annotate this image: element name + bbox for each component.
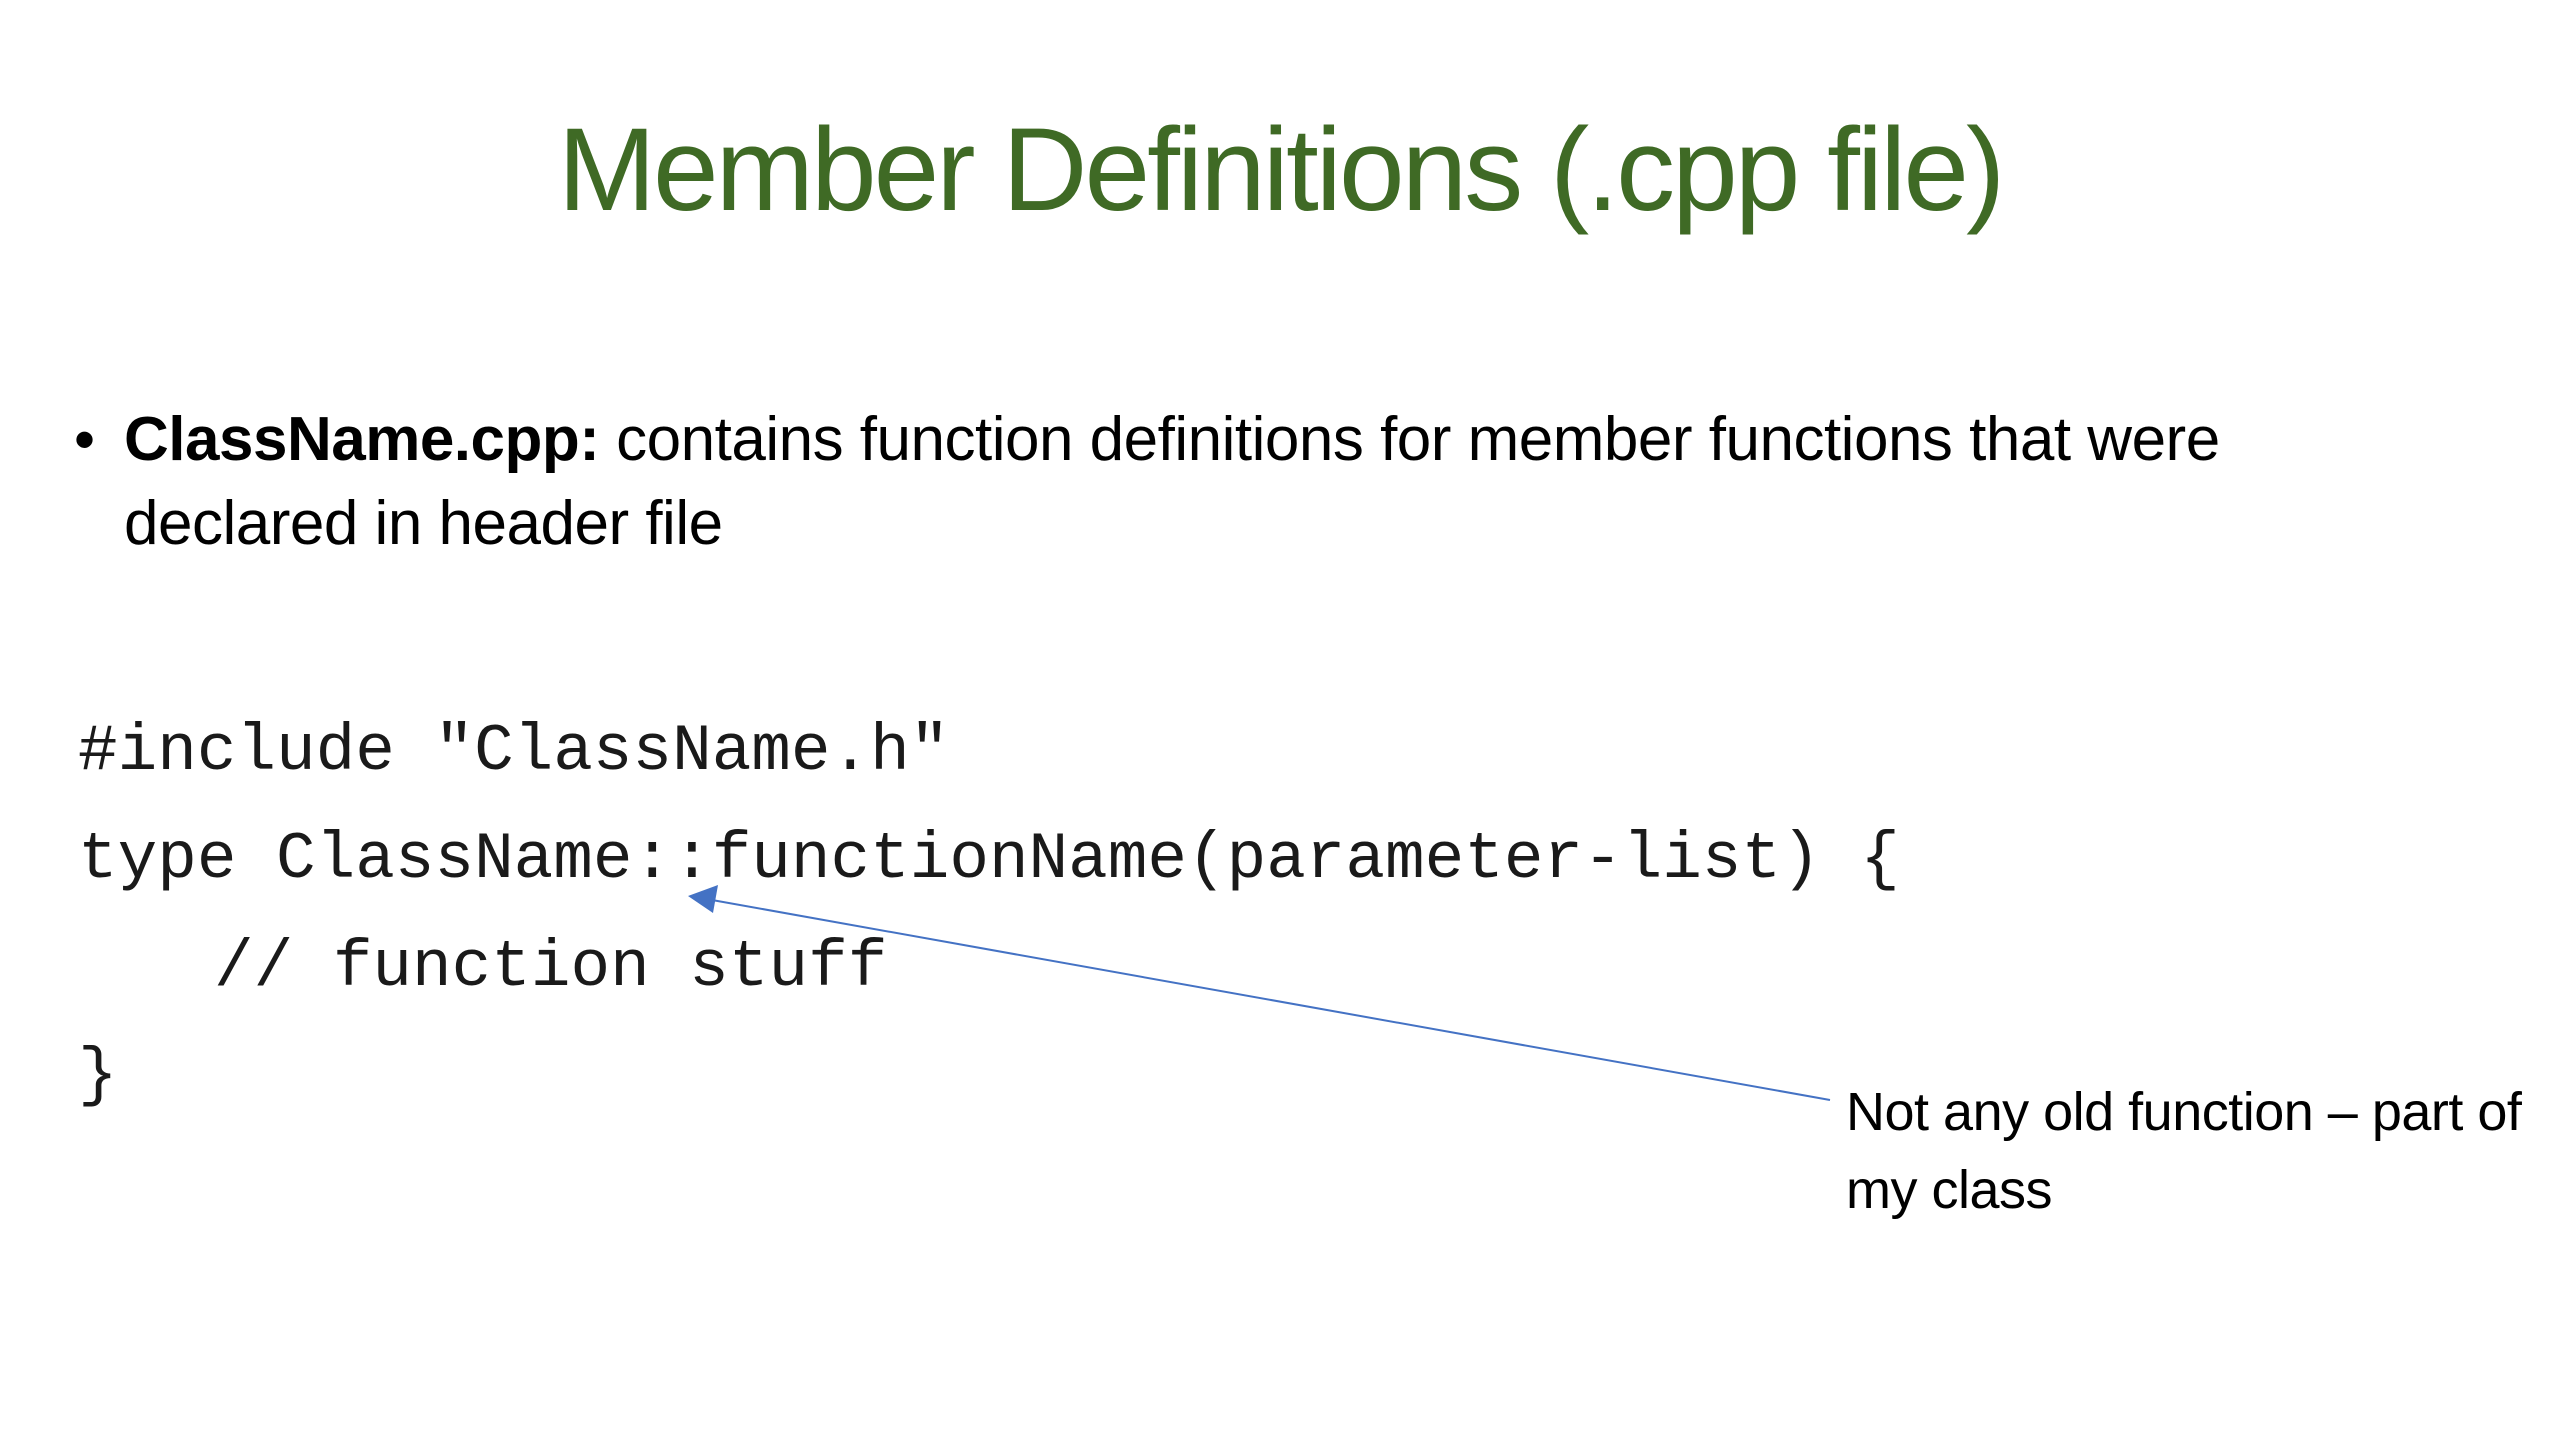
code-line-close-brace: } — [78, 1038, 118, 1113]
code-block: #include "ClassName.h" type ClassName::f… — [78, 698, 1900, 1130]
bullet-marker: • — [74, 406, 96, 473]
code-line-include: #include "ClassName.h" — [78, 714, 950, 789]
slide-title: Member Definitions (.cpp file) — [557, 104, 2006, 236]
bullet-text: ClassName.cpp: contains function definit… — [124, 398, 2384, 566]
slide: Member Definitions (.cpp file) • ClassNa… — [0, 0, 2560, 1440]
code-line-signature: type ClassName::functionName(parameter-l… — [78, 822, 1900, 897]
code-line-comment: // function stuff — [214, 930, 888, 1005]
annotation-note: Not any old function – part of my class — [1846, 1082, 2522, 1220]
bullet-bold-lead: ClassName.cpp: — [124, 405, 600, 474]
